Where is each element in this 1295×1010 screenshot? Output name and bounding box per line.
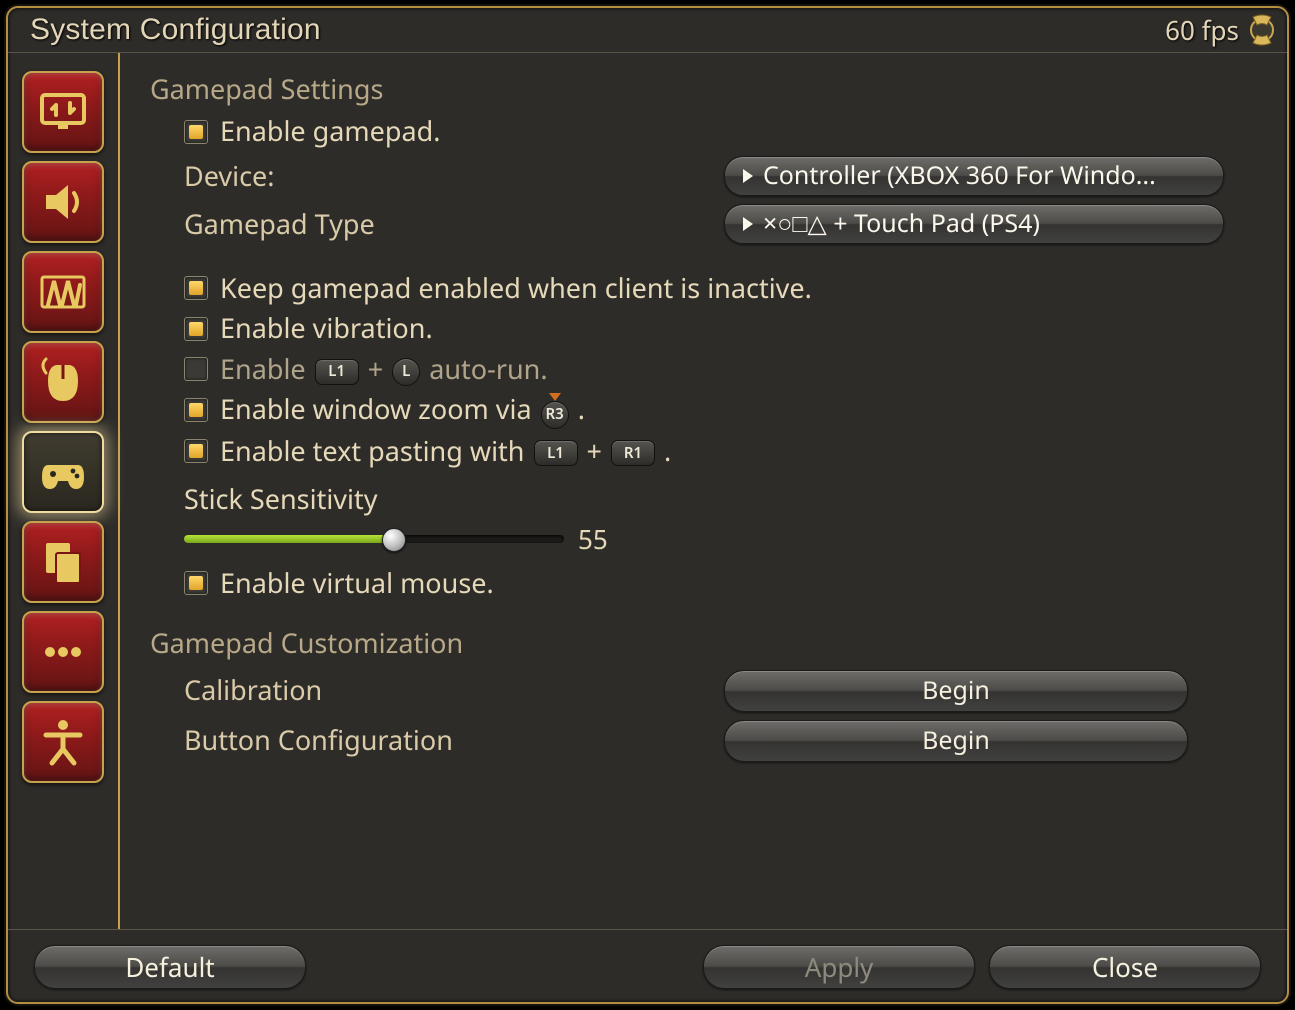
close-icon[interactable] — [1245, 13, 1279, 47]
checkbox-keep-enabled-inactive[interactable] — [184, 276, 208, 300]
sidebar-item-mouse[interactable] — [22, 341, 104, 423]
row-text-pasting: Enable text pasting with L1 + R1 . — [150, 431, 1261, 471]
sidebar — [8, 53, 120, 929]
title-right: 60 fps — [1165, 12, 1279, 48]
checkbox-text-pasting[interactable] — [184, 439, 208, 463]
label-stick-sensitivity: Stick Sensitivity — [184, 481, 1261, 517]
sidebar-item-accessibility[interactable] — [22, 701, 104, 783]
label-virtual-mouse: Enable virtual mouse. — [220, 565, 494, 601]
system-configuration-window: System Configuration 60 fps — [6, 6, 1289, 1004]
l-chip-icon: L — [392, 358, 420, 386]
section-title-gamepad-settings: Gamepad Settings — [150, 71, 1261, 107]
row-window-zoom: Enable window zoom via R3 . — [150, 389, 1261, 431]
row-gamepad-type: Gamepad Type ×○□△ + Touch Pad (PS4) — [150, 200, 1261, 248]
row-virtual-mouse: Enable virtual mouse. — [150, 563, 1261, 603]
apply-button[interactable]: Apply — [703, 945, 975, 989]
body: Gamepad Settings Enable gamepad. Device:… — [8, 53, 1287, 930]
r1-chip-icon: R1 — [611, 440, 655, 466]
label-button-config: Button Configuration — [184, 722, 724, 758]
close-button[interactable]: Close — [989, 945, 1261, 989]
label-autorun: Enable L1 + L auto-run. — [220, 351, 548, 387]
sidebar-item-more[interactable] — [22, 611, 104, 693]
checkbox-enable-vibration[interactable] — [184, 317, 208, 341]
checkbox-window-zoom[interactable] — [184, 398, 208, 422]
sidebar-item-gamepad[interactable] — [22, 431, 104, 513]
calibration-begin-button[interactable]: Begin — [724, 670, 1188, 712]
label-gamepad-type: Gamepad Type — [184, 206, 724, 242]
checkbox-autorun[interactable] — [184, 357, 208, 381]
chevron-right-icon — [743, 169, 753, 183]
row-autorun: Enable L1 + L auto-run. — [150, 349, 1261, 389]
l1-chip-icon: L1 — [315, 359, 359, 385]
sidebar-item-other[interactable] — [22, 521, 104, 603]
window-title: System Configuration — [30, 13, 321, 47]
row-keep-enabled-inactive: Keep gamepad enabled when client is inac… — [150, 268, 1261, 308]
stick-sensitivity-block: Stick Sensitivity 55 — [150, 471, 1261, 563]
button-config-begin-button[interactable]: Begin — [724, 720, 1188, 762]
slider-stick-sensitivity[interactable] — [184, 535, 564, 543]
chevron-right-icon — [743, 217, 753, 231]
label-enable-gamepad: Enable gamepad. — [220, 113, 440, 149]
slider-fill — [184, 535, 393, 543]
dropdown-gamepad-type-value: ×○□△ + Touch Pad (PS4) — [763, 207, 1040, 241]
fps-label: 60 fps — [1165, 12, 1239, 48]
settings-panel: Gamepad Settings Enable gamepad. Device:… — [120, 53, 1287, 929]
row-calibration: Calibration Begin — [150, 666, 1261, 716]
label-text-pasting: Enable text pasting with L1 + R1 . — [220, 433, 671, 469]
slider-thumb[interactable] — [382, 528, 406, 552]
checkbox-enable-gamepad[interactable] — [184, 120, 208, 144]
sidebar-item-display[interactable] — [22, 71, 104, 153]
section-title-gamepad-customization: Gamepad Customization — [150, 625, 1261, 661]
l1-chip-icon: L1 — [534, 440, 578, 466]
label-enable-vibration: Enable vibration. — [220, 310, 433, 346]
default-button[interactable]: Default — [34, 945, 306, 989]
row-enable-vibration: Enable vibration. — [150, 308, 1261, 348]
titlebar: System Configuration 60 fps — [8, 8, 1287, 53]
stick-sensitivity-value: 55 — [578, 522, 608, 557]
checkbox-virtual-mouse[interactable] — [184, 571, 208, 595]
row-button-config: Button Configuration Begin — [150, 716, 1261, 766]
label-calibration: Calibration — [184, 672, 724, 708]
dropdown-device-value: Controller (XBOX 360 For Windo... — [763, 159, 1156, 193]
label-device: Device: — [184, 158, 724, 194]
sidebar-item-graphics[interactable] — [22, 251, 104, 333]
label-keep-enabled-inactive: Keep gamepad enabled when client is inac… — [220, 270, 812, 306]
sidebar-item-sound[interactable] — [22, 161, 104, 243]
label-window-zoom: Enable window zoom via R3 . — [220, 391, 585, 429]
dropdown-device[interactable]: Controller (XBOX 360 For Windo... — [724, 156, 1224, 196]
row-device: Device: Controller (XBOX 360 For Windo..… — [150, 152, 1261, 200]
footer: Default Apply Close — [8, 930, 1287, 1004]
r3-chip-icon: R3 — [539, 401, 571, 429]
dropdown-gamepad-type[interactable]: ×○□△ + Touch Pad (PS4) — [724, 204, 1224, 244]
row-enable-gamepad: Enable gamepad. — [150, 111, 1261, 151]
